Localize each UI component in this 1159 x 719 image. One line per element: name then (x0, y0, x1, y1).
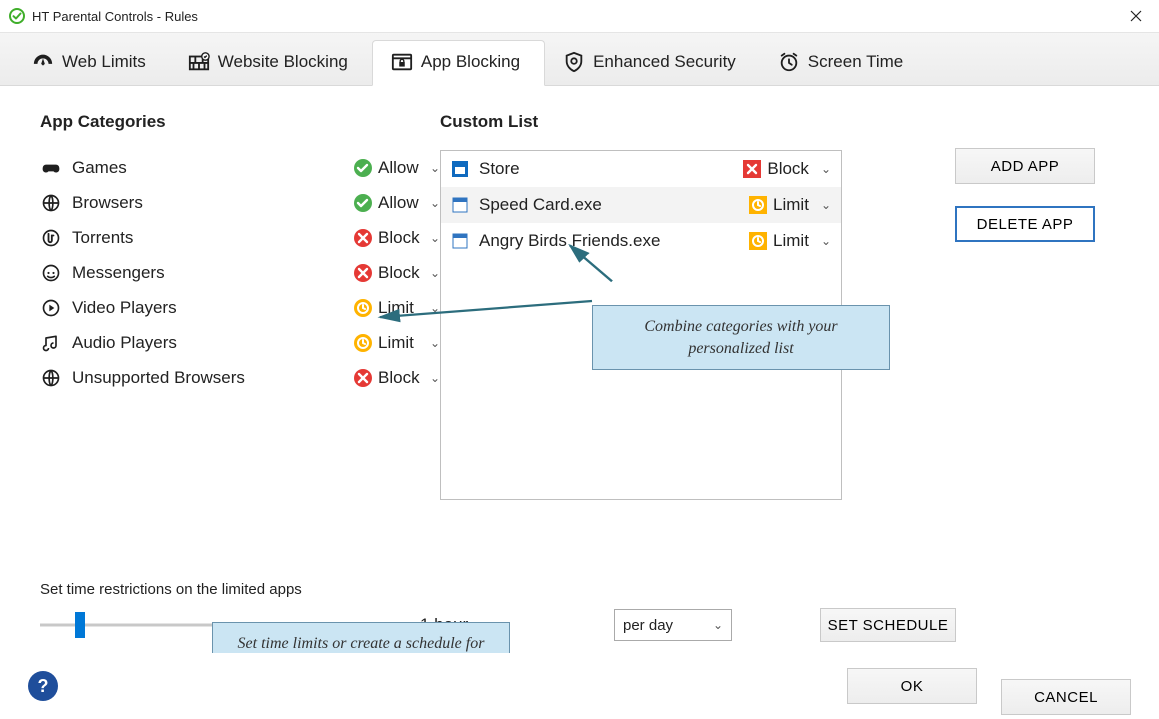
app-status-dropdown[interactable]: Block ⌄ (743, 159, 831, 179)
category-row: Torrents Block ⌄ (40, 220, 440, 255)
cancel-button[interactable]: CANCEL (1001, 679, 1131, 715)
chevron-down-icon: ⌄ (430, 161, 440, 175)
status-label: Block (378, 228, 420, 248)
app-logo-icon (8, 7, 26, 25)
app-status-dropdown[interactable]: Limit ⌄ (749, 231, 831, 251)
per-period-select[interactable]: per day ⌄ (614, 609, 732, 641)
window-lock-icon (391, 51, 413, 73)
category-icon (40, 367, 62, 389)
chevron-down-icon: ⌄ (430, 266, 440, 280)
category-name: Torrents (72, 228, 354, 248)
chevron-down-icon: ⌄ (821, 162, 831, 176)
wall-icon (188, 51, 210, 73)
tab-app-blocking[interactable]: App Blocking (372, 40, 545, 86)
per-period-value: per day (623, 617, 673, 634)
status-label: Allow (378, 193, 419, 213)
category-row: Messengers Block ⌄ (40, 255, 440, 290)
status-label: Limit (378, 333, 414, 353)
chevron-down-icon: ⌄ (821, 234, 831, 248)
alarm-icon (778, 51, 800, 73)
custom-list-heading: Custom List (440, 112, 931, 132)
delete-app-button[interactable]: DELETE APP (955, 206, 1095, 242)
tab-web-limits[interactable]: Web Limits (14, 41, 170, 85)
status-label: Block (767, 159, 809, 179)
category-icon (40, 262, 62, 284)
chevron-down-icon: ⌄ (430, 196, 440, 210)
tab-enhanced-security[interactable]: Enhanced Security (545, 41, 760, 85)
category-row: Audio Players Limit ⌄ (40, 325, 440, 360)
app-icon (451, 232, 469, 250)
custom-app-row[interactable]: Speed Card.exe Limit ⌄ (441, 187, 841, 223)
category-name: Messengers (72, 263, 354, 283)
app-icon (451, 160, 469, 178)
window-close-button[interactable] (1113, 0, 1159, 32)
category-icon (40, 332, 62, 354)
dialog-footer: ? OK CANCEL (0, 653, 1159, 719)
time-restrictions-label: Set time restrictions on the limited app… (40, 581, 1125, 598)
chevron-down-icon: ⌄ (430, 336, 440, 350)
tab-label: Screen Time (808, 52, 903, 72)
category-icon (40, 157, 62, 179)
category-status-dropdown[interactable]: Block ⌄ (354, 368, 440, 388)
status-label: Allow (378, 158, 419, 178)
category-status-dropdown[interactable]: Allow ⌄ (354, 193, 440, 213)
tab-bar: Web Limits Website Blocking App Blocking… (0, 33, 1159, 86)
app-icon (451, 196, 469, 214)
category-name: Unsupported Browsers (72, 368, 354, 388)
content-area: App Categories Games Allow ⌄ Browsers Al… (0, 86, 1159, 654)
category-row: Video Players Limit ⌄ (40, 290, 440, 325)
ok-button[interactable]: OK (847, 668, 977, 704)
category-status-dropdown[interactable]: Block ⌄ (354, 228, 440, 248)
app-name: Angry Birds Friends.exe (479, 231, 749, 251)
title-bar: HT Parental Controls - Rules (0, 0, 1159, 33)
tab-website-blocking[interactable]: Website Blocking (170, 41, 372, 85)
chevron-down-icon: ⌄ (430, 371, 440, 385)
category-status-dropdown[interactable]: Allow ⌄ (354, 158, 440, 178)
status-label: Limit (773, 231, 809, 251)
category-status-dropdown[interactable]: Limit ⌄ (354, 298, 440, 318)
category-row: Games Allow ⌄ (40, 150, 440, 185)
app-name: Store (479, 159, 743, 179)
category-row: Browsers Allow ⌄ (40, 185, 440, 220)
category-name: Browsers (72, 193, 354, 213)
shield-icon (563, 51, 585, 73)
category-name: Video Players (72, 298, 354, 318)
tab-label: Website Blocking (218, 52, 348, 72)
tab-screen-time[interactable]: Screen Time (760, 41, 927, 85)
help-button[interactable]: ? (28, 671, 58, 701)
add-app-button[interactable]: ADD APP (955, 148, 1095, 184)
category-status-dropdown[interactable]: Block ⌄ (354, 263, 440, 283)
category-icon (40, 192, 62, 214)
status-label: Limit (378, 298, 414, 318)
chevron-down-icon: ⌄ (430, 301, 440, 315)
category-row: Unsupported Browsers Block ⌄ (40, 360, 440, 395)
status-label: Block (378, 368, 420, 388)
app-status-dropdown[interactable]: Limit ⌄ (749, 195, 831, 215)
category-name: Games (72, 158, 354, 178)
chevron-down-icon: ⌄ (713, 618, 723, 632)
set-schedule-button[interactable]: SET SCHEDULE (820, 608, 956, 642)
custom-app-row[interactable]: Store Block ⌄ (441, 151, 841, 187)
category-name: Audio Players (72, 333, 354, 353)
annotation-callout-1: Combine categories with your personalize… (592, 305, 890, 370)
category-icon (40, 297, 62, 319)
category-icon (40, 227, 62, 249)
slider-thumb[interactable] (75, 612, 85, 638)
window-title: HT Parental Controls - Rules (32, 9, 198, 24)
tab-label: App Blocking (421, 52, 520, 72)
gauge-icon (32, 51, 54, 73)
chevron-down-icon: ⌄ (821, 198, 831, 212)
chevron-down-icon: ⌄ (430, 231, 440, 245)
category-status-dropdown[interactable]: Limit ⌄ (354, 333, 440, 353)
tab-label: Enhanced Security (593, 52, 736, 72)
custom-app-row[interactable]: Angry Birds Friends.exe Limit ⌄ (441, 223, 841, 259)
app-categories-heading: App Categories (40, 112, 440, 132)
time-restrictions-section: Set time restrictions on the limited app… (40, 581, 1125, 642)
status-label: Block (378, 263, 420, 283)
tab-label: Web Limits (62, 52, 146, 72)
app-name: Speed Card.exe (479, 195, 749, 215)
status-label: Limit (773, 195, 809, 215)
